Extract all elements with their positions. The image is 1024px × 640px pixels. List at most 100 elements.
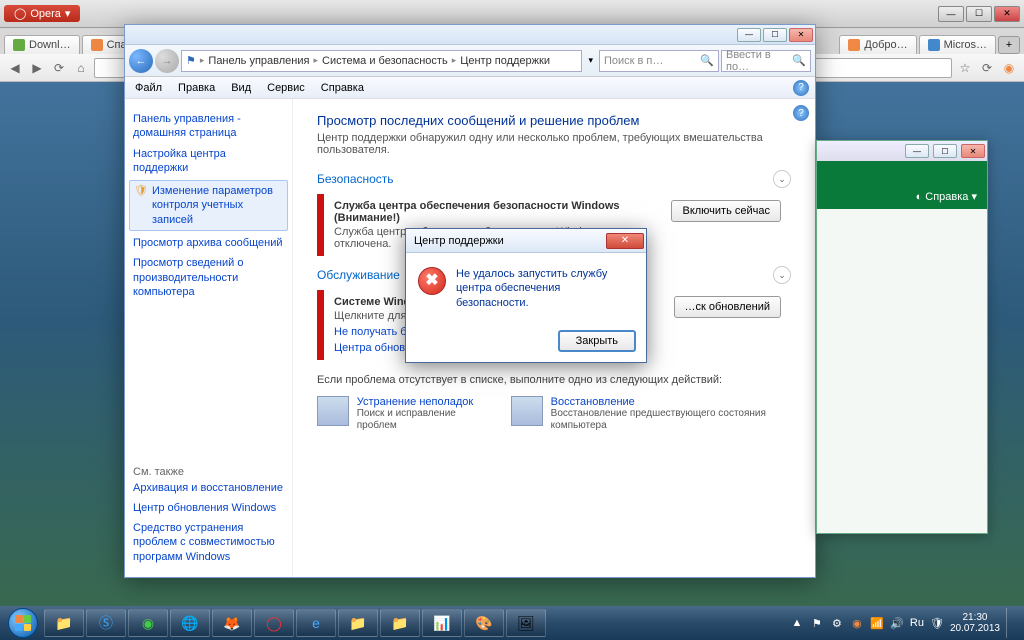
secondary-search-input[interactable]: Ввести в по…🔍: [721, 50, 811, 72]
troubleshoot-action[interactable]: Устранение неполадок Поиск и исправление…: [317, 396, 481, 432]
maximize-button[interactable]: ☐: [933, 144, 957, 158]
home-icon[interactable]: ⌂: [72, 59, 90, 77]
opera-menu-button[interactable]: ◯ Opera ▾: [4, 5, 80, 22]
menu-help[interactable]: Справка: [313, 80, 372, 96]
page-title: Просмотр последних сообщений и решение п…: [317, 113, 791, 128]
flag-icon[interactable]: ⚑: [810, 616, 824, 630]
window-controls: — ☐ ✕: [938, 6, 1020, 22]
sidebar-link-archive[interactable]: Просмотр архива сообщений: [133, 233, 284, 253]
opera-label: Opera: [30, 8, 61, 20]
back-icon[interactable]: ◀: [6, 59, 24, 77]
sidebar-seealso-compat[interactable]: Средство устранения проблем с совместимо…: [133, 518, 284, 567]
help-icon[interactable]: ?: [793, 105, 809, 121]
dialog-close-button[interactable]: ✕: [606, 233, 644, 249]
browser-tab[interactable]: Micros…: [919, 35, 996, 54]
sidebar-seealso-update[interactable]: Центр обновления Windows: [133, 498, 284, 518]
sidebar-link-home[interactable]: Панель управления - домашняя страница: [133, 109, 284, 144]
bc-sep: ▸: [452, 55, 457, 66]
menu-file[interactable]: Файл: [127, 80, 170, 96]
enable-now-button[interactable]: Включить сейчас: [671, 200, 781, 222]
breadcrumb-item[interactable]: Система и безопасность: [322, 55, 448, 67]
close-button[interactable]: ✕: [789, 28, 813, 42]
reload-icon[interactable]: ⟳: [50, 59, 68, 77]
taskbar-app[interactable]: 📁: [44, 609, 84, 637]
taskbar-app[interactable]: 📁: [338, 609, 378, 637]
security-section-heading[interactable]: Безопасность ⌄: [317, 170, 791, 188]
browser-tab[interactable]: Добро…: [839, 35, 916, 54]
new-tab-button[interactable]: +: [998, 36, 1020, 54]
nav-forward-button[interactable]: →: [155, 49, 179, 73]
lang-indicator[interactable]: Ru: [910, 616, 924, 630]
taskbar-app[interactable]: 📊: [422, 609, 462, 637]
star-icon[interactable]: ☆: [956, 59, 974, 77]
action-title: Восстановление: [551, 396, 791, 408]
taskbar-app[interactable]: 🦊: [212, 609, 252, 637]
chevron-down-icon[interactable]: ⌄: [773, 266, 791, 284]
mse-header: ◐ Справка ▾: [817, 161, 987, 209]
taskbar-app[interactable]: ◯: [254, 609, 294, 637]
close-button[interactable]: ✕: [961, 144, 985, 158]
opera-turbo-icon[interactable]: ◉: [1000, 59, 1018, 77]
taskbar-app[interactable]: 🎨: [464, 609, 504, 637]
troubleshoot-icon: [317, 396, 349, 426]
maximize-button[interactable]: ☐: [763, 28, 787, 42]
check-updates-button[interactable]: …ск обновлений: [674, 296, 781, 318]
taskbar-app[interactable]: ◉: [128, 609, 168, 637]
minimize-button[interactable]: —: [737, 28, 761, 42]
dialog-message: Не удалось запустить службу центра обесп…: [456, 267, 634, 310]
tray-icon[interactable]: 🛡: [930, 616, 944, 630]
sidebar-link-settings[interactable]: Настройка центра поддержки: [133, 144, 284, 179]
nav-row: ← → ⚑ ▸ Панель управления ▸ Система и бе…: [125, 45, 815, 77]
sidebar-seealso-backup[interactable]: Архивация и восстановление: [133, 478, 284, 498]
menu-tools[interactable]: Сервис: [259, 80, 313, 96]
taskbar-app[interactable]: 🖼: [506, 609, 546, 637]
taskbar-app[interactable]: Ⓢ: [86, 609, 126, 637]
action-desc: Восстановление предшествующего состояния…: [551, 408, 791, 432]
dialog-title: Центр поддержки: [414, 235, 504, 247]
close-button[interactable]: Закрыть: [558, 330, 636, 352]
restore-icon: [511, 396, 543, 426]
sidebar-link-uac[interactable]: 🛡 Изменение параметров контроля учетных …: [129, 180, 288, 231]
tray-up-icon[interactable]: ▲: [790, 616, 804, 630]
breadcrumb-item[interactable]: Панель управления: [208, 55, 309, 67]
close-button[interactable]: ✕: [994, 6, 1020, 22]
clock-time: 21:30: [950, 612, 1000, 623]
taskbar-app[interactable]: e: [296, 609, 336, 637]
restore-action[interactable]: Восстановление Восстановление предшеству…: [511, 396, 791, 432]
network-icon[interactable]: 📶: [870, 616, 884, 630]
chevron-down-icon[interactable]: ⌄: [773, 170, 791, 188]
nav-back-button[interactable]: ←: [129, 49, 153, 73]
help-icon[interactable]: ?: [793, 80, 809, 96]
menu-view[interactable]: Вид: [223, 80, 259, 96]
taskbar-app[interactable]: 📁: [380, 609, 420, 637]
security-essentials-window: — ☐ ✕ ◐ Справка ▾: [816, 140, 988, 534]
refresh-icon[interactable]: ⟳: [978, 59, 996, 77]
tray-icon[interactable]: ⚙: [830, 616, 844, 630]
see-also-heading: См. также: [133, 446, 284, 478]
taskbar-app[interactable]: 🌐: [170, 609, 210, 637]
error-icon: ✖: [418, 267, 446, 295]
clock[interactable]: 21:30 20.07.2013: [950, 612, 1000, 634]
issue-title: Служба центра обеспечения безопасности W…: [334, 200, 620, 224]
breadcrumb[interactable]: ⚑ ▸ Панель управления ▸ Система и безопа…: [181, 50, 582, 72]
sidebar-link-perf[interactable]: Просмотр сведений о производительности к…: [133, 253, 284, 302]
menu-edit[interactable]: Правка: [170, 80, 223, 96]
minimize-button[interactable]: —: [938, 6, 964, 22]
show-desktop-button[interactable]: [1006, 608, 1014, 638]
help-dropdown[interactable]: ◐ Справка ▾: [916, 190, 977, 203]
start-button[interactable]: [4, 608, 42, 638]
minimize-button[interactable]: —: [905, 144, 929, 158]
taskbar: 📁 Ⓢ ◉ 🌐 🦊 ◯ e 📁 📁 📊 🎨 🖼 ▲ ⚑ ⚙ ◉ 📶 🔊 Ru 🛡…: [0, 606, 1024, 640]
search-input[interactable]: Поиск в п…🔍: [599, 50, 719, 72]
tab-label: Micros…: [944, 39, 987, 51]
dropdown-icon[interactable]: ▾: [584, 55, 597, 66]
shield-icon: 🛡: [134, 184, 148, 198]
browser-tab[interactable]: Downl…: [4, 35, 80, 54]
tray-icon[interactable]: ◉: [850, 616, 864, 630]
breadcrumb-item[interactable]: Центр поддержки: [460, 55, 550, 67]
search-icon: 🔍: [700, 54, 714, 67]
volume-icon[interactable]: 🔊: [890, 616, 904, 630]
forward-icon[interactable]: ▶: [28, 59, 46, 77]
clock-date: 20.07.2013: [950, 623, 1000, 634]
maximize-button[interactable]: ☐: [966, 6, 992, 22]
